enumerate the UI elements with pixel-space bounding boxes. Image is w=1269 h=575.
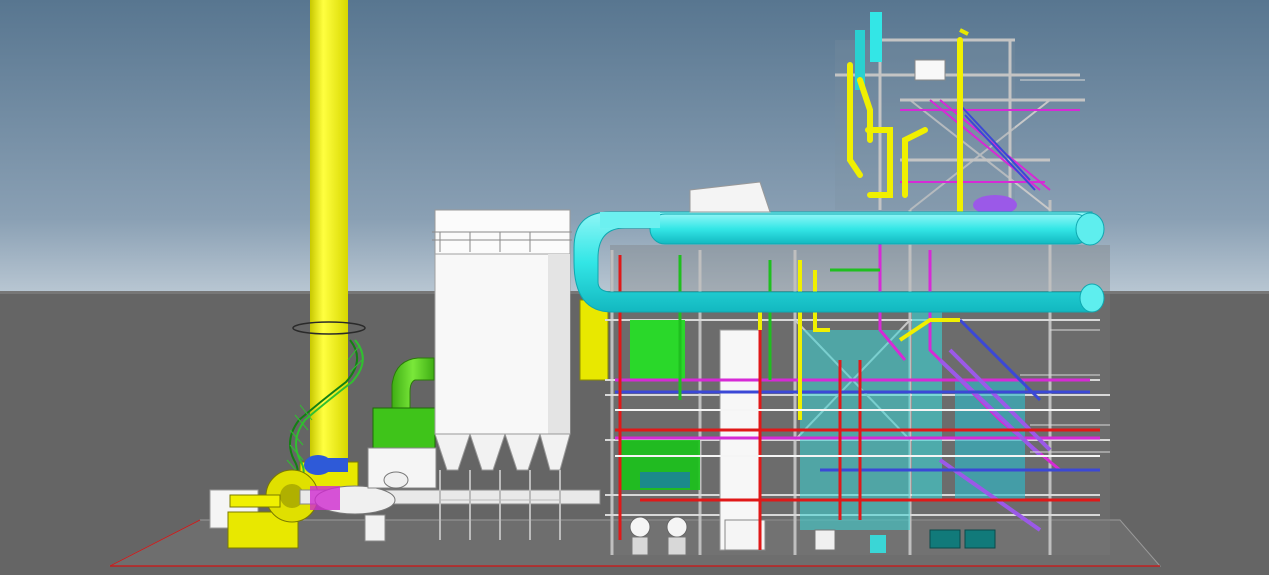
plant-3d-scene xyxy=(0,0,1269,575)
yellow-duct xyxy=(579,299,609,381)
plant-model-canvas xyxy=(0,0,1269,575)
